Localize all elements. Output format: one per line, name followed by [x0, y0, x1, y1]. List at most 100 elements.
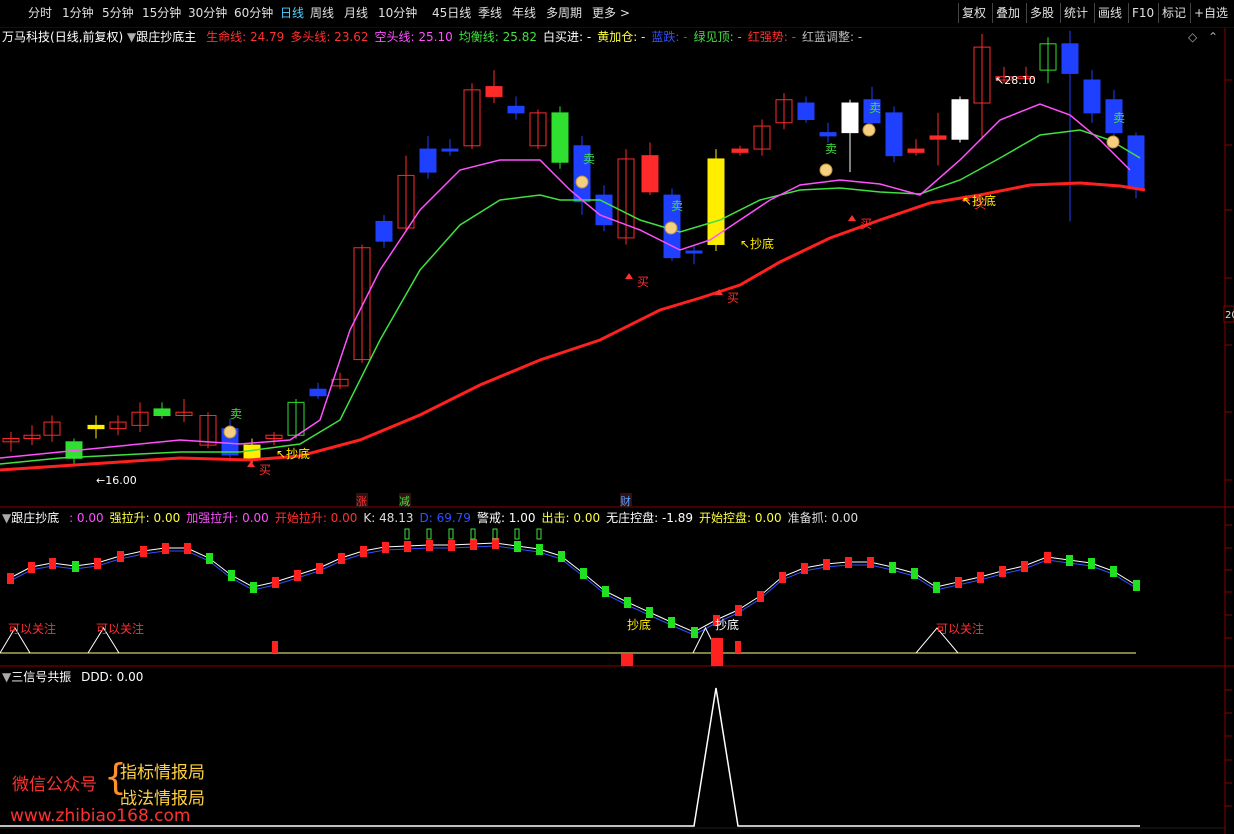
green-flag: [426, 528, 432, 540]
mid-badge-1: 减: [399, 495, 410, 508]
sub1-header: ▼跟庄抄底 : 0.00 强拉升: 0.00 加强拉升: 0.00 开始拉升: 0.0…: [2, 509, 858, 527]
kd-bar: [360, 546, 367, 557]
low-price-label: ←16.00: [96, 474, 137, 487]
candle-body: [153, 408, 171, 417]
period-label: (日线,前复权): [50, 30, 124, 44]
sub1-field-3: 开始拉升: 0.00: [274, 511, 358, 525]
buy-marker: 买: [727, 291, 739, 305]
kd-bar: [580, 568, 587, 579]
kd-bar: [779, 572, 786, 583]
chevron-up-icon[interactable]: ⌃: [1208, 28, 1218, 46]
indicator-toggle-icon[interactable]: ▼: [127, 30, 136, 44]
kd-bar: [823, 559, 830, 570]
candle-body: [309, 388, 327, 397]
main-indicator-name[interactable]: 跟庄抄底主: [136, 30, 196, 44]
kd-bar: [911, 568, 918, 579]
candle-body: [375, 220, 393, 242]
stock-name[interactable]: 万马科技: [2, 30, 50, 44]
kd-bar: [999, 566, 1006, 577]
sub1-indicator-name[interactable]: 跟庄抄底: [11, 511, 59, 525]
sub2-indicator-name[interactable]: 三信号共振: [11, 670, 71, 684]
main-field-6: 蓝跌: -: [651, 30, 688, 44]
green-flag: [404, 528, 410, 540]
buy-arrow-icon: [247, 461, 255, 467]
sub1-field-5: D: 69.79: [419, 511, 471, 525]
candle-body: [507, 105, 525, 114]
kd-bar: [735, 605, 742, 616]
sub2-toggle-icon[interactable]: ▼: [2, 670, 11, 684]
kd-bar: [294, 570, 301, 581]
sub1-field-7: 出击: 0.00: [541, 511, 601, 525]
kd-bar: [646, 607, 653, 618]
chaodi-tag: 抄底: [627, 617, 651, 632]
kd-bar: [955, 577, 962, 588]
red-signal-bar: [711, 638, 723, 666]
kd-bar: [426, 540, 433, 551]
sub1-field-1: 强拉升: 0.00: [109, 511, 181, 525]
buy-arrow-icon: [848, 215, 856, 221]
candle-body: [485, 86, 503, 97]
candle-body: [1061, 43, 1079, 74]
kd-bar: [28, 562, 35, 573]
sell-marker: 卖: [825, 142, 837, 156]
candle-body: [907, 148, 925, 153]
watermark-wechat-label: 微信公众号: [12, 775, 97, 795]
sub2-field-0: DDD: 0.00: [81, 670, 144, 684]
kd-bar: [162, 543, 169, 554]
kd-bar: [801, 563, 808, 574]
main-field-8: 红强势: -: [747, 30, 796, 44]
candle-body: [1083, 79, 1101, 114]
kd-bar: [977, 572, 984, 583]
candle-body: [819, 132, 837, 137]
green-flag: [514, 528, 520, 540]
green-flag: [470, 528, 476, 540]
money-bag-icon: [223, 425, 237, 439]
red-signal-bar: [735, 641, 741, 653]
kd-bar: [691, 627, 698, 638]
kd-bar: [492, 538, 499, 549]
money-bag-icon: [664, 221, 678, 235]
kd-bar: [602, 586, 609, 597]
green-flag: [448, 528, 454, 540]
candle-body: [419, 148, 437, 173]
kd-bar: [668, 617, 675, 628]
kd-bar: [889, 562, 896, 573]
kd-bar: [184, 543, 191, 554]
sub1-toggle-icon[interactable]: ▼: [2, 511, 11, 525]
candle-body: [641, 155, 659, 193]
watermark-line1: 指标情报局: [120, 763, 205, 783]
candle-body: [87, 424, 105, 430]
main-chart-header: 万马科技(日线,前复权) ▼跟庄抄底主 生命线: 24.79 多头线: 23.62…: [2, 28, 862, 46]
sell-marker: 卖: [583, 152, 595, 166]
candle-body: [685, 250, 703, 254]
sub2-header: ▼三信号共振 DDD: 0.00: [2, 668, 143, 686]
kd-bar: [845, 557, 852, 568]
sell-marker: 卖: [1113, 111, 1125, 125]
diamond-icon[interactable]: ◇: [1188, 28, 1197, 46]
main-field-3: 均衡线: 25.82: [458, 30, 537, 44]
candle-body: [1127, 135, 1145, 190]
sell-marker: 卖: [230, 407, 242, 421]
chaodi-marker: ↖抄底: [740, 236, 774, 251]
chaodi-marker: ↖抄底: [962, 193, 996, 208]
main-field-9: 红蓝调整: -: [802, 30, 863, 44]
red-signal-bar: [621, 654, 633, 666]
red-signal-bar: [272, 641, 278, 653]
balance-line: [0, 129, 1141, 465]
kd-bar: [117, 551, 124, 562]
kd-bar: [49, 558, 56, 569]
green-flag: [536, 528, 542, 540]
green-flag: [492, 528, 498, 540]
money-bag-icon: [575, 175, 589, 189]
kd-bar: [404, 541, 411, 552]
sub1-field-8: 无庄控盘: -1.89: [606, 511, 694, 525]
money-bag-icon: [1106, 135, 1120, 149]
money-bag-icon: [819, 163, 833, 177]
candle-body: [885, 112, 903, 157]
candle-body: [797, 102, 815, 120]
kd-bar: [1066, 555, 1073, 566]
sub1-field-2: 加强拉升: 0.00: [186, 511, 269, 525]
kd-bar: [1044, 552, 1051, 563]
kd-bar: [338, 553, 345, 564]
kd-bar: [448, 540, 455, 551]
